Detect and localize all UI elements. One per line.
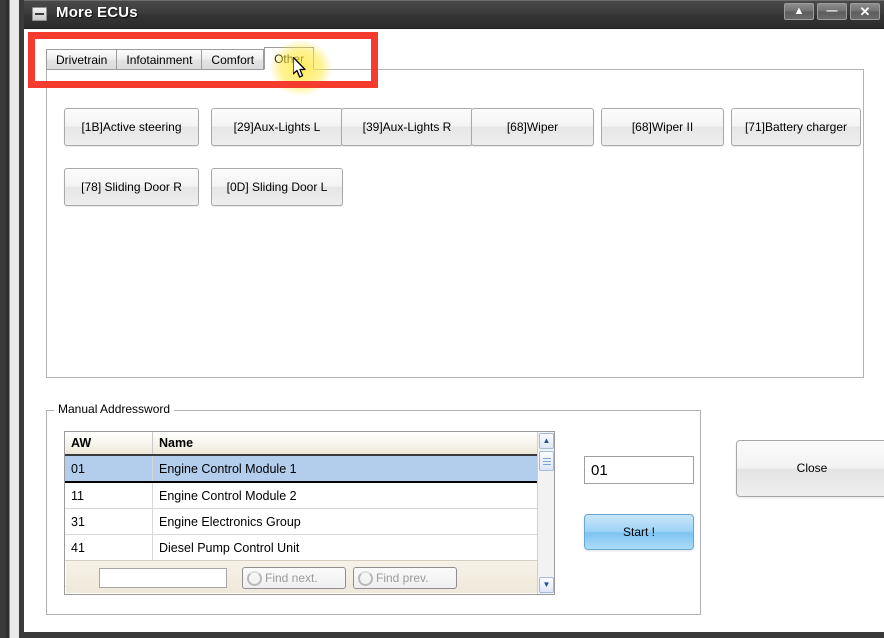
application-window: More ECUs ▲ — ✕ Drivetrain Infotainment … [0, 0, 884, 638]
find-bar: Find next. Find prev. [66, 560, 538, 593]
window-menu-icon[interactable] [32, 7, 47, 21]
cell-aw: 41 [65, 534, 153, 561]
restore-window-button[interactable]: ▲ [784, 3, 814, 20]
window-title: More ECUs [56, 4, 138, 21]
find-prev-button[interactable]: Find prev. [353, 567, 457, 589]
cell-name: Engine Electronics Group [152, 508, 554, 535]
ecu-button-battery-charger[interactable]: [71]Battery charger [731, 108, 861, 146]
close-icon: ✕ [859, 4, 871, 19]
minimize-window-button[interactable]: — [817, 3, 847, 20]
cell-aw: 31 [65, 508, 153, 535]
ecu-button-sliding-door-r[interactable]: [78] Sliding Door R [64, 168, 199, 206]
column-header-name[interactable]: Name [152, 432, 554, 456]
find-input[interactable] [99, 568, 227, 588]
column-header-aw[interactable]: AW [65, 432, 153, 456]
table-row[interactable]: 01 Engine Control Module 1 [65, 454, 554, 483]
manual-addressword-legend: Manual Addressword [54, 402, 175, 416]
minimize-icon: — [826, 5, 838, 17]
tab-drivetrain[interactable]: Drivetrain [46, 49, 117, 70]
tab-strip: Drivetrain Infotainment Comfort Other [46, 47, 315, 70]
cell-name: Engine Control Module 1 [152, 454, 554, 483]
tab-other[interactable]: Other [264, 47, 315, 70]
cell-aw: 11 [65, 482, 153, 509]
cell-name: Engine Control Module 2 [152, 482, 554, 509]
find-next-button[interactable]: Find next. [242, 567, 346, 589]
find-prev-label: Find prev. [376, 571, 429, 585]
ecu-button-aux-lights-l[interactable]: [29]Aux-Lights L [211, 108, 343, 146]
refresh-circular-arrow-icon [247, 571, 262, 586]
ecu-tab-control: Drivetrain Infotainment Comfort Other [1… [46, 47, 864, 378]
ecu-button-wiper-ii[interactable]: [68]Wiper II [601, 108, 724, 146]
scrollbar-thumb[interactable] [539, 451, 554, 471]
scroll-down-icon[interactable]: ▼ [539, 577, 554, 593]
cell-name: Diesel Pump Control Unit [152, 534, 554, 561]
ecu-button-active-steering[interactable]: [1B]Active steering [64, 108, 199, 146]
grid-vertical-scrollbar[interactable]: ▲ ▼ [537, 432, 554, 594]
addressword-grid[interactable]: AW Name 01 Engine Control Module 1 11 En… [64, 431, 555, 595]
ecu-button-wiper[interactable]: [68]Wiper [471, 108, 594, 146]
refresh-circular-arrow-icon [358, 571, 373, 586]
table-row[interactable]: 11 Engine Control Module 2 [65, 482, 554, 509]
triangle-up-icon: ▲ [793, 5, 805, 17]
table-row[interactable]: 41 Diesel Pump Control Unit [65, 534, 554, 561]
find-next-label: Find next. [265, 571, 318, 585]
ecu-button-aux-lights-r[interactable]: [39]Aux-Lights R [341, 108, 473, 146]
scroll-up-icon[interactable]: ▲ [539, 433, 554, 449]
window-frame-edge [6, 0, 24, 638]
client-area: Drivetrain Infotainment Comfort Other [1… [24, 29, 884, 632]
close-button[interactable]: Close [736, 440, 884, 497]
table-row[interactable]: 31 Engine Electronics Group [65, 508, 554, 535]
start-button[interactable]: Start ! [584, 514, 694, 550]
close-window-button[interactable]: ✕ [850, 3, 880, 20]
tab-comfort[interactable]: Comfort [201, 49, 265, 70]
addressword-input[interactable] [584, 456, 694, 484]
ecu-button-sliding-door-l[interactable]: [0D] Sliding Door L [211, 168, 343, 206]
tab-infotainment[interactable]: Infotainment [116, 49, 202, 70]
tab-panel-other: [1B]Active steering [29]Aux-Lights L [39… [46, 69, 864, 378]
title-bar: More ECUs ▲ — ✕ [24, 0, 884, 29]
table-header-row: AW Name [65, 432, 554, 456]
cell-aw: 01 [65, 454, 153, 483]
